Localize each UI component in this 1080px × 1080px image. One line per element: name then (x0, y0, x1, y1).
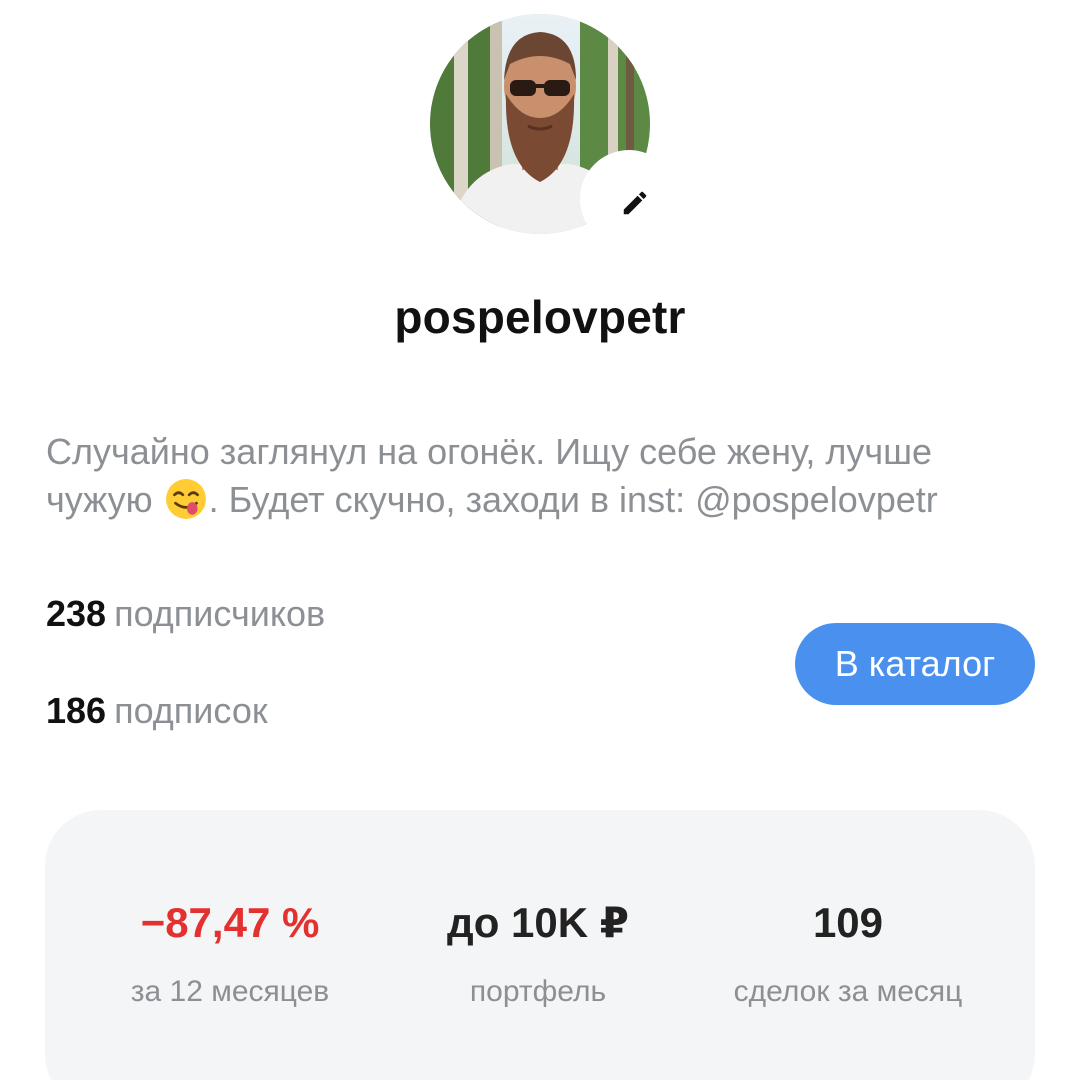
bio-text-part2: . Будет скучно, заходи в inst: @pospelov… (208, 479, 938, 520)
profile-screen: pospelovpetr Случайно заглянул на огонёк… (0, 0, 1080, 1080)
stat-value: −87,47 % (140, 899, 320, 946)
following-label: подписок (114, 690, 268, 731)
username: pospelovpetr (394, 291, 686, 343)
stat-caption: сделок за месяц (733, 975, 963, 1008)
edit-avatar-button[interactable] (580, 150, 678, 248)
avatar-container (430, 14, 678, 248)
stat-portfolio: до 10K ₽ портфель (373, 898, 703, 1012)
face-savoring-food-emoji-icon (165, 479, 206, 519)
stat-yearly-return: −87,47 % за 12 месяцев (65, 898, 395, 1012)
following-counter[interactable]: 186 подписок (46, 690, 268, 732)
catalog-button[interactable]: В каталог (795, 623, 1035, 705)
following-count: 186 (46, 690, 107, 731)
stat-value: до 10K ₽ (447, 899, 629, 946)
stat-caption: портфель (469, 975, 607, 1008)
stats-card: −87,47 % за 12 месяцев до 10K ₽ портфель… (45, 810, 1035, 1080)
followers-count: 238 (46, 593, 107, 634)
followers-label: подписчиков (114, 593, 326, 634)
stat-deals: 109 сделок за месяц (683, 898, 1013, 1012)
stat-value: 109 (812, 899, 884, 946)
followers-counter[interactable]: 238 подписчиков (46, 593, 325, 635)
pencil-icon (623, 191, 647, 215)
bio: Случайно заглянул на огонёк. Ищу себе же… (46, 428, 1036, 524)
stat-caption: за 12 месяцев (130, 975, 330, 1008)
